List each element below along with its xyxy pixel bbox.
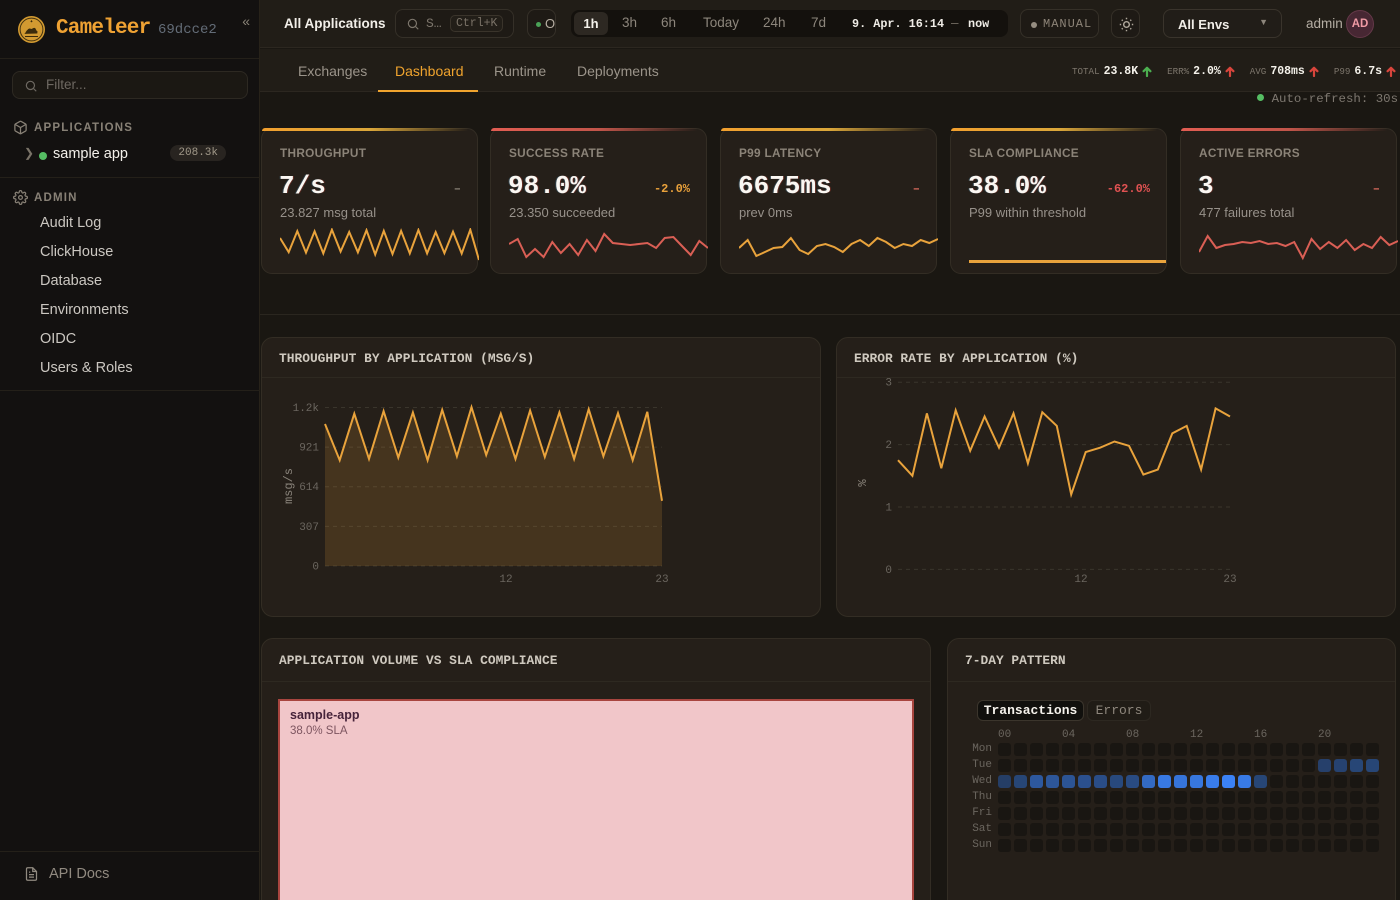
svg-text:23: 23 xyxy=(655,574,668,586)
svg-text:1: 1 xyxy=(885,503,892,515)
svg-text:0: 0 xyxy=(885,565,892,577)
svg-text:921: 921 xyxy=(299,443,319,455)
svg-text:614: 614 xyxy=(299,482,319,494)
svg-text:3: 3 xyxy=(885,378,892,390)
svg-text:%: % xyxy=(856,479,870,487)
svg-text:1.2k: 1.2k xyxy=(293,403,320,415)
svg-text:23: 23 xyxy=(1223,574,1236,586)
svg-text:307: 307 xyxy=(299,522,319,534)
svg-text:12: 12 xyxy=(499,574,512,586)
svg-text:msg/s: msg/s xyxy=(282,468,296,504)
svg-text:2: 2 xyxy=(885,440,892,452)
svg-text:12: 12 xyxy=(1074,574,1087,586)
svg-text:0: 0 xyxy=(312,562,319,574)
